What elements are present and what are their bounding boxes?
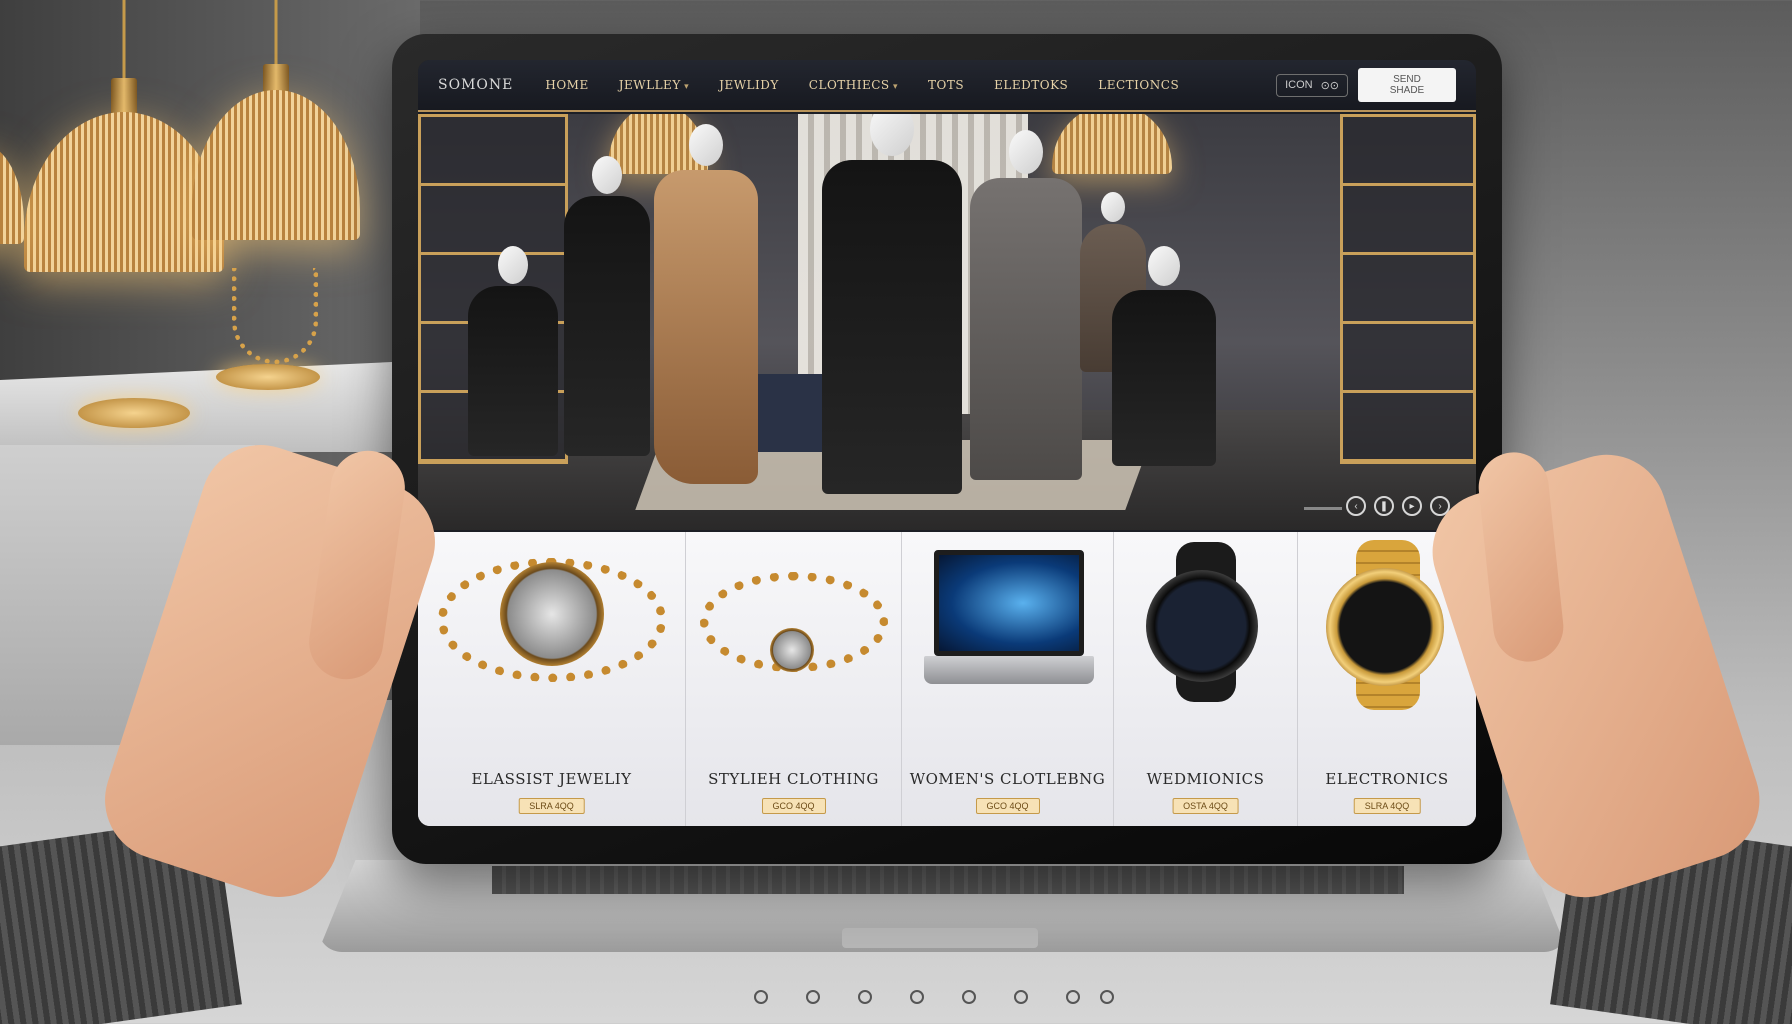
nav-electronics[interactable]: ELEDTOKS (994, 78, 1068, 92)
account-toggle[interactable]: ICON ⊙⊙ (1276, 73, 1348, 97)
pause-icon[interactable]: ❚ (1374, 496, 1394, 516)
port-icon (1100, 990, 1114, 1004)
screen: SOMONE HOME JEWLLEY JEWLIDY CLOTHIECS TO… (418, 60, 1476, 826)
port-icon (806, 990, 820, 1004)
top-navigation: SOMONE HOME JEWLLEY JEWLIDY CLOTHIECS TO… (418, 60, 1476, 112)
pendant-lamp (192, 0, 360, 240)
pendant-lamp (0, 0, 24, 244)
smartwatch-image (1146, 570, 1258, 682)
product-card-clothing[interactable]: STYLIEH CLOTHING GCO 4QQ (686, 532, 902, 826)
necklace-display (232, 268, 318, 364)
price-tag[interactable]: SLRA 4QQ (518, 798, 585, 814)
brand-logo[interactable]: SOMONE (438, 77, 513, 93)
play-icon[interactable]: ▸ (1402, 496, 1422, 516)
slider-controls: ‹ ❚ ▸ › (1346, 496, 1450, 516)
nav-home[interactable]: HOME (545, 78, 588, 92)
product-title: WOMEN'S CLOTLEBNG (909, 770, 1106, 788)
port-icon (858, 990, 872, 1004)
product-card-womens-clothing[interactable]: WOMEN'S CLOTLEBNG GCO 4QQ (902, 532, 1114, 826)
price-tag[interactable]: SLRA 4QQ (1353, 798, 1421, 814)
product-card-wearables[interactable]: WEDMIONICS OSTA 4QQ (1114, 532, 1298, 826)
mannequin-black-suit (564, 156, 650, 456)
product-title: STYLIEH CLOTHING (708, 770, 879, 788)
product-card-jewelry[interactable]: ELASSIST JEWELIY SLRA 4QQ (418, 532, 686, 826)
port-icon (1014, 990, 1028, 1004)
price-tag[interactable]: GCO 4QQ (761, 798, 826, 814)
mannequin-grey-suit (970, 130, 1082, 480)
gold-watch-image (1326, 568, 1444, 686)
mannequin-gold-gown (654, 124, 758, 484)
trackpad (842, 928, 1038, 948)
glasses-icon: ⊙⊙ (1320, 79, 1339, 92)
port-icon (1066, 990, 1080, 1004)
nav-jewelry[interactable]: JEWLLEY (619, 78, 689, 92)
keyboard (492, 866, 1404, 894)
nav-clothing[interactable]: CLOTHIECS (809, 78, 898, 92)
laptop-image (934, 550, 1084, 656)
bracelet-stone-image (770, 628, 814, 672)
search-box[interactable]: SEND SHADE (1358, 68, 1456, 102)
account-label: ICON (1285, 79, 1313, 91)
display-case (1340, 114, 1476, 464)
port-icon (910, 990, 924, 1004)
price-tag[interactable]: GCO 4QQ (975, 798, 1040, 814)
port-icon (754, 990, 768, 1004)
nav-electronics-2[interactable]: LECTIONCS (1098, 78, 1179, 92)
hero-banner[interactable]: ‹ ❚ ▸ › (418, 114, 1476, 530)
port-icon (962, 990, 976, 1004)
brooch-image (500, 562, 604, 666)
jewelry-pedestal (216, 364, 320, 390)
prev-slide-icon[interactable]: ‹ (1346, 496, 1366, 516)
product-title: ELASSIST JEWELIY (471, 770, 632, 788)
product-strip: ELASSIST JEWELIY SLRA 4QQ STYLIEH CLOTHI… (418, 532, 1476, 826)
nav-jewelry-2[interactable]: JEWLIDY (719, 78, 779, 92)
product-title: ELECTRONICS (1325, 770, 1449, 788)
caption-line (1304, 507, 1342, 510)
jewelry-pedestal (78, 398, 190, 428)
tablet-device: SOMONE HOME JEWLLEY JEWLIDY CLOTHIECS TO… (392, 34, 1502, 864)
mannequin-seated-suit (468, 246, 558, 456)
price-tag[interactable]: OSTA 4QQ (1172, 798, 1239, 814)
nav-actions: ICON ⊙⊙ SEND SHADE (1276, 68, 1456, 102)
mannequin-seated-suit (1112, 246, 1216, 466)
nav-toys[interactable]: TOTS (928, 78, 964, 92)
product-title: WEDMIONICS (1146, 770, 1265, 788)
laptop-keyboard-image (924, 656, 1094, 684)
mannequin-tuxedo (822, 114, 962, 494)
